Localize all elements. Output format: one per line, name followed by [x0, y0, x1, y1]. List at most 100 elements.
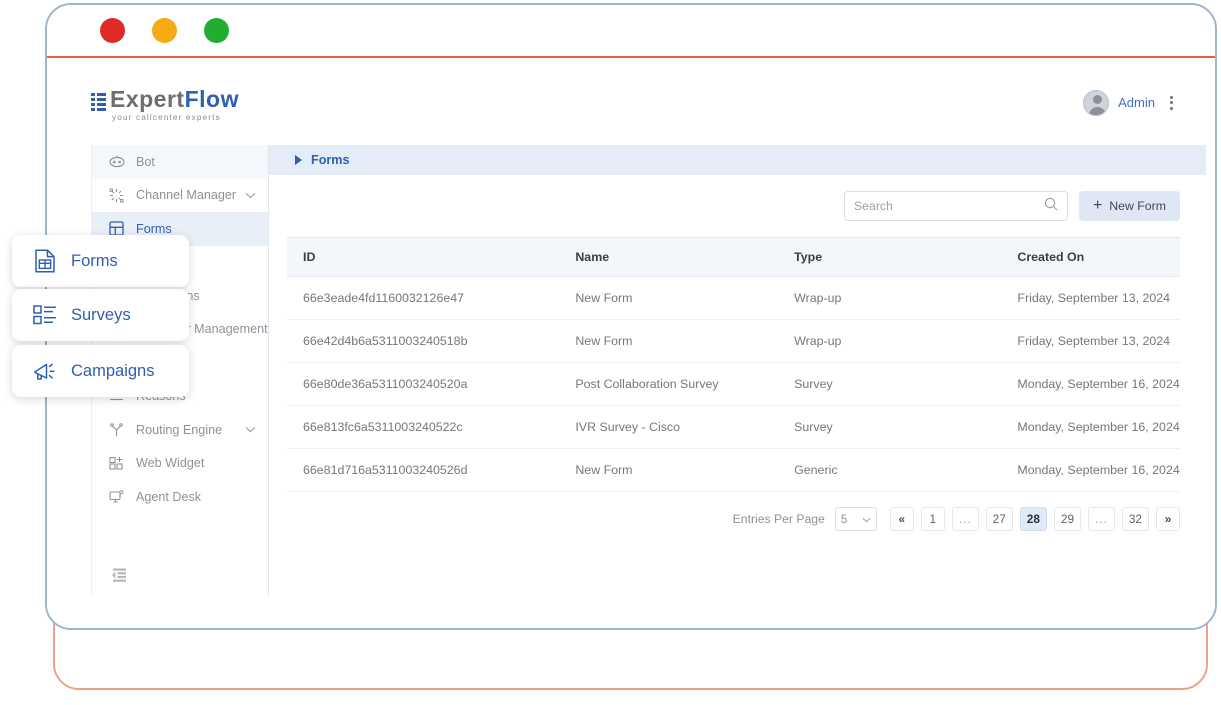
cell-name: New Form — [559, 277, 778, 320]
pagination: Entries Per Page 5 « 1 ... 27 28 29 ... … — [269, 507, 1180, 531]
bot-icon — [108, 154, 125, 170]
sidebar-item-routing-engine[interactable]: Routing Engine — [92, 413, 268, 447]
sidebar-label: Channel Manager — [136, 188, 236, 202]
column-header-id[interactable]: ID — [287, 238, 559, 277]
forms-table: ID Name Type Created On 66e3eade4fd11600… — [287, 237, 1180, 492]
cell-created-on: Monday, September 16, 2024 — [1001, 449, 1180, 492]
column-header-name[interactable]: Name — [559, 238, 778, 277]
breadcrumb: Forms — [269, 145, 1206, 175]
triangle-right-icon[interactable] — [295, 155, 302, 165]
table-row[interactable]: 66e81d716a5311003240526d New Form Generi… — [287, 449, 1180, 492]
logo-mark-icon — [91, 93, 106, 111]
overlay-card-forms[interactable]: Forms — [12, 235, 189, 287]
entries-per-page-select[interactable]: 5 — [835, 507, 877, 531]
table-row[interactable]: 66e42d4b6a5311003240518b New Form Wrap-u… — [287, 320, 1180, 363]
overlay-card-label: Surveys — [71, 306, 131, 325]
cell-id: 66e813fc6a5311003240522c — [287, 406, 559, 449]
channel-manager-icon — [108, 187, 125, 203]
surveys-list-icon — [33, 303, 57, 327]
window-title-bar — [47, 5, 1215, 58]
chevron-down-icon[interactable] — [245, 426, 256, 433]
sidebar-label: Agent Desk — [136, 490, 201, 504]
pagination-ellipsis-left: ... — [952, 507, 979, 531]
cell-type: Survey — [778, 406, 1001, 449]
cell-name: Post Collaboration Survey — [559, 363, 778, 406]
chevron-down-icon — [862, 513, 871, 526]
main-content: Forms + New Form ID — [269, 145, 1206, 596]
column-header-created-on[interactable]: Created On — [1001, 238, 1180, 277]
logo-text-primary: Expert — [110, 86, 185, 112]
web-widget-icon — [108, 455, 125, 471]
sidebar-item-bot[interactable]: Bot — [92, 145, 268, 179]
sidebar-label: Routing Engine — [136, 423, 222, 437]
overlay-card-label: Forms — [71, 252, 118, 271]
user-name-label[interactable]: Admin — [1118, 95, 1155, 110]
table-row[interactable]: 66e813fc6a5311003240522c IVR Survey - Ci… — [287, 406, 1180, 449]
plus-icon: + — [1093, 198, 1102, 214]
collapse-sidebar-icon[interactable] — [110, 570, 129, 587]
cell-id: 66e81d716a5311003240526d — [287, 449, 559, 492]
user-avatar-icon[interactable] — [1083, 90, 1109, 116]
application-root: ExpertFlow your callcenter experts Admin… — [47, 60, 1215, 628]
overlay-card-campaigns[interactable]: Campaigns — [12, 345, 189, 397]
pagination-page-28[interactable]: 28 — [1020, 507, 1047, 531]
sidebar-footer — [92, 568, 268, 588]
sidebar-label: Web Widget — [136, 456, 204, 470]
cell-type: Generic — [778, 449, 1001, 492]
header-user-area: Admin — [1083, 90, 1179, 116]
search-input[interactable] — [854, 199, 1044, 213]
close-window-button[interactable] — [100, 18, 125, 43]
search-icon[interactable] — [1044, 197, 1058, 216]
table-header-row: ID Name Type Created On — [287, 238, 1180, 277]
megaphone-icon — [33, 359, 57, 383]
minimize-window-button[interactable] — [152, 18, 177, 43]
pagination-page-27[interactable]: 27 — [986, 507, 1013, 531]
pagination-page-29[interactable]: 29 — [1054, 507, 1081, 531]
table-row[interactable]: 66e80de36a5311003240520a Post Collaborat… — [287, 363, 1180, 406]
maximize-window-button[interactable] — [204, 18, 229, 43]
logo-tagline: your callcenter experts — [112, 114, 239, 122]
routing-engine-icon — [108, 422, 125, 438]
cell-name: New Form — [559, 449, 778, 492]
cell-type: Wrap-up — [778, 320, 1001, 363]
page-title: Forms — [311, 153, 350, 167]
expertflow-logo[interactable]: ExpertFlow your callcenter experts — [91, 82, 239, 122]
pagination-page-32[interactable]: 32 — [1122, 507, 1149, 531]
new-form-button-label: New Form — [1109, 199, 1166, 213]
table-header: ID Name Type Created On — [287, 238, 1180, 277]
pagination-page-1[interactable]: 1 — [921, 507, 945, 531]
overlay-card-label: Campaigns — [71, 362, 154, 381]
kebab-menu-icon[interactable] — [1164, 92, 1179, 114]
cell-name: New Form — [559, 320, 778, 363]
cell-type: Survey — [778, 363, 1001, 406]
entries-per-page-label: Entries Per Page — [733, 512, 825, 526]
sidebar-item-agent-desk[interactable]: Agent Desk — [92, 480, 268, 514]
sidebar-item-web-widget[interactable]: Web Widget — [92, 447, 268, 481]
agent-desk-icon — [108, 489, 125, 505]
content-toolbar: + New Form — [269, 175, 1206, 221]
cell-id: 66e42d4b6a5311003240518b — [287, 320, 559, 363]
cell-created-on: Monday, September 16, 2024 — [1001, 363, 1180, 406]
cell-id: 66e80de36a5311003240520a — [287, 363, 559, 406]
forms-document-icon — [33, 249, 57, 273]
cell-id: 66e3eade4fd1160032126e47 — [287, 277, 559, 320]
search-box[interactable] — [844, 191, 1068, 221]
chevron-down-icon[interactable] — [245, 192, 256, 199]
table-body: 66e3eade4fd1160032126e47 New Form Wrap-u… — [287, 277, 1180, 492]
table-row[interactable]: 66e3eade4fd1160032126e47 New Form Wrap-u… — [287, 277, 1180, 320]
sidebar-label: Forms — [136, 222, 172, 236]
cell-type: Wrap-up — [778, 277, 1001, 320]
browser-window: ExpertFlow your callcenter experts Admin… — [45, 3, 1217, 630]
logo-text-secondary: Flow — [185, 86, 239, 112]
pagination-last-button[interactable]: » — [1156, 507, 1180, 531]
column-header-type[interactable]: Type — [778, 238, 1001, 277]
overlay-card-surveys[interactable]: Surveys — [12, 289, 189, 341]
sidebar-item-channel-manager[interactable]: Channel Manager — [92, 179, 268, 213]
new-form-button[interactable]: + New Form — [1079, 191, 1180, 221]
cell-created-on: Monday, September 16, 2024 — [1001, 406, 1180, 449]
cell-created-on: Friday, September 13, 2024 — [1001, 320, 1180, 363]
pagination-ellipsis-right: ... — [1088, 507, 1115, 531]
app-header: ExpertFlow your callcenter experts Admin — [47, 60, 1215, 145]
cell-created-on: Friday, September 13, 2024 — [1001, 277, 1180, 320]
pagination-first-button[interactable]: « — [890, 507, 914, 531]
